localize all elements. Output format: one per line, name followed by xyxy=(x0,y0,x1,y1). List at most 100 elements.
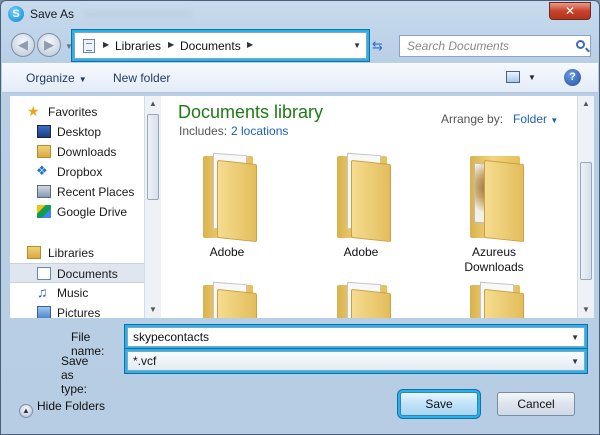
folder-item[interactable] xyxy=(321,281,401,318)
search-input[interactable]: Search Documents xyxy=(399,35,591,57)
file-list-pane: Documents library Includes: 2 locations … xyxy=(161,96,577,318)
folder-front-flap xyxy=(351,159,391,243)
dialog-footer: ▲ Hide Folders Save Cancel xyxy=(2,383,598,433)
filename-input[interactable]: skypecontacts ▼ xyxy=(127,327,585,347)
navigation-bar: ◀ ▶ ▼ ▶ Libraries ▶ Documents ▶ ▼ ⇆ Sear… xyxy=(1,29,599,63)
nav-favorites-label: Favorites xyxy=(48,105,98,119)
includes-label: Includes: xyxy=(179,124,228,138)
back-arrow-icon: ◀ xyxy=(18,37,28,52)
filename-value: skypecontacts xyxy=(133,330,210,344)
includes-locations-link[interactable]: 2 locations xyxy=(231,124,288,138)
nav-item-music[interactable]: ♫ Music xyxy=(10,283,144,303)
breadcrumb-documents[interactable]: Documents xyxy=(180,39,241,53)
nav-item-label: Desktop xyxy=(57,125,102,139)
close-button[interactable]: ✕ xyxy=(549,2,591,20)
folder-label: Adobe xyxy=(209,245,245,259)
window-title: Save As xyxy=(30,7,75,21)
arrange-by-label: Arrange by: xyxy=(441,112,504,126)
filetype-dropdown-icon[interactable]: ▼ xyxy=(571,357,579,366)
libraries-icon xyxy=(27,246,41,259)
help-icon[interactable]: ? xyxy=(564,69,581,86)
nav-libraries-header[interactable]: Libraries xyxy=(10,243,144,263)
folder-label: Adobe xyxy=(343,245,379,259)
nav-libraries-label: Libraries xyxy=(48,246,95,260)
filename-dropdown-icon[interactable]: ▼ xyxy=(571,333,579,342)
breadcrumb-libraries[interactable]: Libraries xyxy=(115,39,161,53)
hide-folders-toggle[interactable]: ▲ Hide Folders xyxy=(19,399,105,418)
breadcrumb-separator-icon[interactable]: ▶ xyxy=(247,40,253,49)
folder-item[interactable]: Adobe xyxy=(187,152,267,272)
scrollbar-thumb[interactable] xyxy=(147,114,159,200)
nav-item-label: Music xyxy=(57,286,89,300)
chevron-down-icon: ▼ xyxy=(78,75,87,84)
library-title: Documents library xyxy=(178,102,324,122)
navigation-pane: ★ Favorites Desktop Downloads ❖ Dropbox … xyxy=(10,96,144,318)
nav-item-documents[interactable]: Documents xyxy=(10,263,144,283)
folder-front-flap xyxy=(484,288,524,318)
breadcrumb-separator-icon[interactable]: ▶ xyxy=(103,40,109,49)
folder-label: Azureus Downloads xyxy=(464,245,524,274)
filetype-select[interactable]: *.vcf ▼ xyxy=(127,351,585,371)
folder-item[interactable] xyxy=(187,281,267,318)
scroll-up-icon[interactable]: ▲ xyxy=(145,96,161,112)
scroll-down-icon[interactable]: ▼ xyxy=(145,302,161,318)
title-bar[interactable]: S Save As ✕ xyxy=(1,1,599,27)
change-view-icon[interactable] xyxy=(506,71,520,83)
organize-menu[interactable]: Organize ▼ xyxy=(26,71,87,85)
google-drive-icon xyxy=(37,205,51,218)
arrange-by-dropdown[interactable]: Folder ▼ xyxy=(513,112,558,126)
search-icon[interactable] xyxy=(576,40,585,49)
nav-item-desktop[interactable]: Desktop xyxy=(10,122,144,142)
documents-icon xyxy=(37,267,51,280)
close-icon: ✕ xyxy=(564,4,576,18)
address-bar[interactable]: ▶ Libraries ▶ Documents ▶ ▼ xyxy=(74,32,367,59)
recent-places-icon xyxy=(37,185,51,198)
nav-item-pictures[interactable]: Pictures xyxy=(10,303,144,318)
save-button[interactable]: Save xyxy=(400,392,478,416)
forward-arrow-icon: ▶ xyxy=(44,37,54,52)
view-options-dropdown[interactable]: ▼ xyxy=(528,73,536,82)
cancel-button[interactable]: Cancel xyxy=(497,392,575,416)
nav-item-label: Pictures xyxy=(57,306,101,318)
back-button[interactable]: ◀ xyxy=(11,33,35,57)
new-folder-button[interactable]: New folder xyxy=(113,71,170,85)
folder-item[interactable]: Adobe xyxy=(321,152,401,272)
navigation-scrollbar[interactable]: ▲ ▼ xyxy=(144,96,161,318)
scrollbar-thumb[interactable] xyxy=(580,162,592,280)
content-scrollbar[interactable]: ▲ ▼ xyxy=(577,96,594,318)
folder-item[interactable] xyxy=(454,281,534,318)
hide-folders-label: Hide Folders xyxy=(37,399,106,413)
refresh-icon[interactable]: ⇆ xyxy=(372,38,383,54)
nav-item-label: Recent Places xyxy=(57,185,135,199)
breadcrumb-separator-icon[interactable]: ▶ xyxy=(168,40,174,49)
filetype-value: *.vcf xyxy=(133,354,157,368)
music-icon: ♫ xyxy=(37,284,48,300)
desktop-icon xyxy=(37,125,51,138)
dropbox-icon: ❖ xyxy=(36,163,48,178)
library-location-icon xyxy=(83,39,95,53)
folder-item[interactable]: Azureus Downloads xyxy=(454,152,534,274)
scroll-up-icon[interactable]: ▲ xyxy=(578,96,594,112)
save-as-dialog: S Save As ✕ ◀ ▶ ▼ ▶ Libraries ▶ Document… xyxy=(0,0,600,435)
star-icon: ★ xyxy=(27,103,40,119)
nav-item-label: Google Drive xyxy=(57,205,128,219)
folder-front-flap xyxy=(484,159,524,243)
folder-front-flap xyxy=(217,288,257,318)
forward-button[interactable]: ▶ xyxy=(37,33,61,57)
blurred-title-region xyxy=(83,10,193,18)
arrange-by-value: Folder xyxy=(513,112,548,126)
pictures-icon xyxy=(37,306,51,318)
nav-item-label: Downloads xyxy=(57,145,117,159)
recent-pages-dropdown[interactable]: ▼ xyxy=(65,42,73,51)
organize-label: Organize xyxy=(26,71,75,85)
command-toolbar: Organize ▼ New folder ▼ ? xyxy=(2,63,598,93)
nav-item-recent-places[interactable]: Recent Places xyxy=(10,182,144,202)
nav-item-label: Dropbox xyxy=(57,165,103,179)
nav-favorites-header[interactable]: ★ Favorites xyxy=(10,102,144,122)
scroll-down-icon[interactable]: ▼ xyxy=(578,302,594,318)
downloads-folder-icon xyxy=(37,145,51,158)
nav-item-google-drive[interactable]: Google Drive xyxy=(10,202,144,222)
address-dropdown-icon[interactable]: ▼ xyxy=(353,41,361,50)
nav-item-dropbox[interactable]: ❖ Dropbox xyxy=(10,162,144,182)
nav-item-downloads[interactable]: Downloads xyxy=(10,142,144,162)
